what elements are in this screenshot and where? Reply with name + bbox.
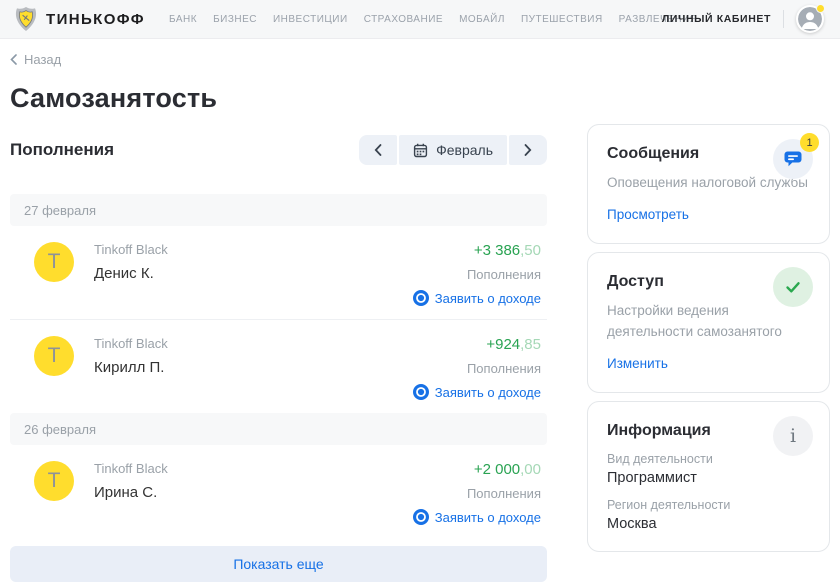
activity-type-field: Вид деятельности Программист [607,452,810,486]
brand-name: ТИНЬКОФФ [46,11,145,28]
activity-region-field: Регион деятельности Москва [607,498,810,532]
target-circle-icon [413,384,429,400]
show-more-button[interactable]: Показать еще [10,546,547,582]
payer-name: Ирина С. [94,484,413,501]
category-label: Пополнения [467,361,541,376]
field-label: Регион деятельности [607,498,810,512]
transaction-row[interactable]: T Tinkoff Black Ирина С. +2 000,00 Попол… [10,445,547,538]
declare-income-link[interactable]: Заявить о доходе [413,290,541,306]
declare-income-link[interactable]: Заявить о доходе [413,509,541,525]
nav-item-business[interactable]: БИЗНЕС [213,14,257,25]
next-month-button[interactable] [509,135,547,165]
chevron-right-icon [524,144,532,156]
target-circle-icon [413,509,429,525]
card-subtitle: Оповещения налоговой службы [607,173,810,194]
back-label: Назад [24,52,61,67]
messages-card: Сообщения 1 Оповещения налоговой службы … [587,124,830,244]
nav-item-mobile[interactable]: МОБАЙЛ [459,14,505,25]
page-body: Назад Самозанятость Пополнения [0,39,840,582]
account-name: Tinkoff Black [94,461,413,476]
field-value: Москва [607,516,810,532]
tinkoff-logo[interactable]: ТИНЬКОФФ [14,6,145,32]
tinkoff-black-avatar: T [34,461,74,501]
check-circle-icon [773,267,813,307]
calendar-icon [413,143,428,158]
date-group-header: 26 февраля [10,413,547,445]
view-messages-link[interactable]: Просмотреть [607,207,689,222]
user-avatar[interactable] [796,5,824,33]
account-name: Tinkoff Black [94,336,413,351]
field-value: Программист [607,470,810,486]
access-card: Доступ Настройки ведения деятельности са… [587,252,830,393]
nav-item-travel[interactable]: ПУТЕШЕСТВИЯ [521,14,603,25]
account-name: Tinkoff Black [94,242,413,257]
payer-name: Денис К. [94,265,413,282]
chat-bubble-icon: 1 [773,139,813,179]
target-circle-icon [413,290,429,306]
tinkoff-crest-icon [14,6,38,32]
category-label: Пополнения [467,267,541,282]
edit-access-link[interactable]: Изменить [607,356,668,371]
nav-item-insurance[interactable]: СТРАХОВАНИЕ [364,14,443,25]
info-card: Информация i Вид деятельности Программис… [587,401,830,552]
amount: +924,85 [486,336,541,353]
month-label: Февраль [436,142,493,158]
tinkoff-black-avatar: T [34,336,74,376]
date-group-header: 27 февраля [10,194,547,226]
transaction-row[interactable]: T Tinkoff Black Кирилл П. +924,85 Пополн… [10,320,547,413]
transaction-row[interactable]: T Tinkoff Black Денис К. +3 386,50 Попол… [10,226,547,319]
chevron-left-icon [374,144,382,156]
page-title: Самозанятость [10,83,830,114]
card-subtitle: Настройки ведения деятельности самозанят… [607,301,789,343]
field-label: Вид деятельности [607,452,810,466]
nav-item-bank[interactable]: БАНК [169,14,197,25]
month-selector: Февраль [359,135,547,165]
sidebar: Сообщения 1 Оповещения налоговой службы … [587,124,830,560]
category-label: Пополнения [467,486,541,501]
tinkoff-black-avatar: T [34,242,74,282]
amount: +2 000,00 [474,461,541,478]
amount: +3 386,50 [474,242,541,259]
unread-badge: 1 [800,133,819,152]
back-link[interactable]: Назад [10,52,61,67]
nav-divider [783,10,784,28]
notification-dot [816,4,825,13]
top-nav: ТИНЬКОФФ БАНК БИЗНЕС ИНВЕСТИЦИИ СТРАХОВА… [0,0,840,39]
personal-account-link[interactable]: ЛИЧНЫЙ КАБИНЕТ [662,13,771,25]
primary-nav: БАНК БИЗНЕС ИНВЕСТИЦИИ СТРАХОВАНИЕ МОБАЙ… [169,14,698,25]
prev-month-button[interactable] [359,135,397,165]
declare-income-link[interactable]: Заявить о доходе [413,384,541,400]
feed-title: Пополнения [10,140,114,160]
transactions-section: Пополнения [10,124,547,582]
payer-name: Кирилл П. [94,359,413,376]
chevron-left-icon [10,54,17,65]
nav-item-investments[interactable]: ИНВЕСТИЦИИ [273,14,348,25]
info-circle-icon: i [773,416,813,456]
month-picker-button[interactable]: Февраль [399,135,507,165]
